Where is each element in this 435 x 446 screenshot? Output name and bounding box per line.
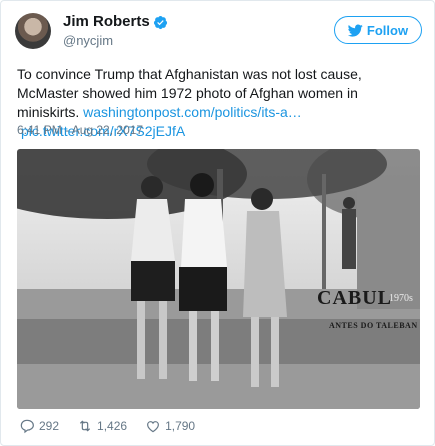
- reply-action[interactable]: 292: [19, 418, 59, 434]
- black-and-white-street-photo: [17, 149, 420, 409]
- retweet-count: 1,426: [97, 419, 128, 433]
- reply-icon: [20, 419, 34, 434]
- follow-button[interactable]: Follow: [334, 16, 422, 44]
- tweet-card: Jim Roberts @nycjim Follow To convince T…: [0, 0, 435, 446]
- article-link[interactable]: washingtonpost.com/politics/its-a…: [83, 104, 302, 120]
- follow-label: Follow: [366, 22, 409, 38]
- timestamp[interactable]: 6:41 PM - Aug 22, 2017: [17, 123, 143, 137]
- author-name[interactable]: Jim Roberts: [63, 13, 150, 30]
- reply-count: 292: [39, 419, 60, 433]
- tweet-photo[interactable]: CABUL 1970s ANTES DO TALEBAN: [17, 149, 420, 409]
- author-handle[interactable]: @nycjim: [63, 33, 113, 48]
- author-avatar[interactable]: [15, 13, 51, 49]
- twitter-bird-icon: [347, 23, 363, 37]
- photo-title: CABUL: [317, 287, 393, 309]
- like-action[interactable]: 1,790: [145, 418, 195, 434]
- retweet-icon: [79, 420, 91, 432]
- photo-decade: 1970s: [389, 293, 413, 304]
- heart-icon: [147, 421, 159, 433]
- tweet-actions: 292 1,426 1,790: [19, 418, 213, 434]
- like-count: 1,790: [165, 419, 196, 433]
- retweet-action[interactable]: 1,426: [77, 418, 127, 434]
- photo-subtitle: ANTES DO TALEBAN: [329, 321, 418, 330]
- verified-badge-icon: [153, 15, 168, 30]
